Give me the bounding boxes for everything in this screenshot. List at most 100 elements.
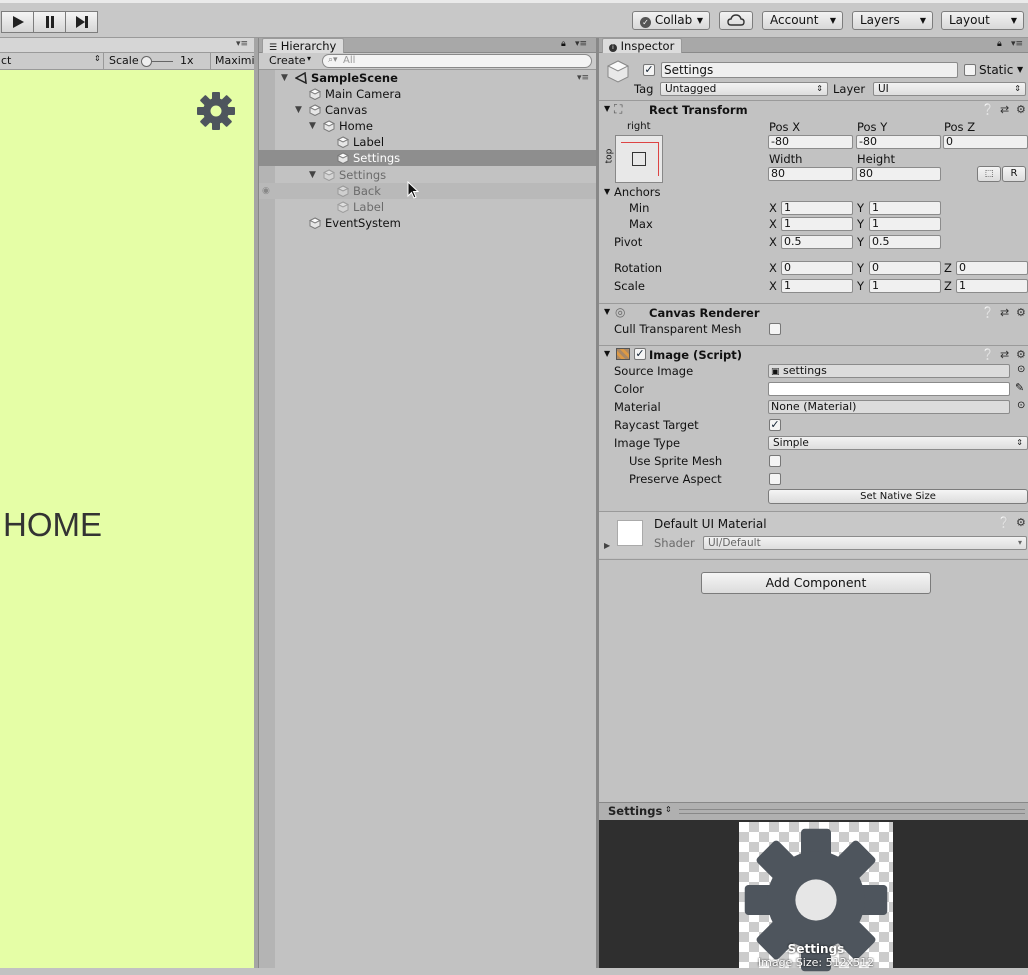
scale-slider-handle[interactable] [141,56,152,67]
gear-icon[interactable]: ⚙ [1016,103,1026,116]
collab-button[interactable]: ✓ Collab ▼ [632,11,710,30]
object-picker-icon[interactable]: ⊙ [1017,400,1025,411]
preset-icon[interactable]: ⇄ [1000,306,1009,319]
foldout-arrow-icon[interactable]: ▼ [604,307,610,316]
lock-icon[interactable]: 🔒︎ [561,39,566,49]
gear-icon[interactable]: ⚙ [1016,348,1026,361]
rotation-z-input[interactable]: 0 [956,261,1028,275]
lock-icon[interactable]: 🔒︎ [997,39,1002,49]
add-component-button[interactable]: Add Component [701,572,931,594]
set-native-size-button[interactable]: Set Native Size [768,489,1028,504]
raycast-checkbox[interactable]: ✓ [769,419,781,431]
hierarchy-item[interactable]: ▼ Home [259,118,597,134]
material-field[interactable]: None (Material) [768,400,1010,414]
foldout-arrow-icon[interactable]: ▶ [604,541,610,550]
maximize-toggle[interactable]: Maximi [215,54,254,67]
layers-dropdown[interactable]: Layers ▼ [852,11,933,30]
hierarchy-item[interactable]: ▼ Settings [259,167,597,183]
preview-drag-handle[interactable] [679,809,1025,814]
color-label: Color [614,382,645,396]
object-picker-icon[interactable]: ⊙ [1017,364,1025,375]
account-dropdown[interactable]: Account ▼ [762,11,843,30]
active-checkbox[interactable]: ✓ [643,64,655,76]
raw-edit-label: R [1010,168,1018,179]
foldout-arrow-icon[interactable]: ▼ [295,102,302,118]
color-field[interactable] [768,382,1010,396]
cloud-button[interactable] [719,11,753,30]
foldout-arrow-icon[interactable]: ▼ [281,70,288,86]
pivot-y-input[interactable]: 0.5 [869,235,941,249]
foldout-arrow-icon[interactable]: ▼ [604,104,610,113]
pos-y-input[interactable]: -80 [856,135,941,149]
anchor-min-y-input[interactable]: 1 [869,201,941,215]
step-button[interactable] [65,11,98,33]
pause-button[interactable] [33,11,66,33]
aspect-dropdown[interactable]: ct [1,54,11,67]
scale-z-input[interactable]: 1 [956,279,1028,293]
source-image-field[interactable]: ▣ settings [768,364,1010,378]
pos-x-input[interactable]: -80 [768,135,853,149]
hierarchy-item[interactable]: ◉ Back [259,182,597,199]
gear-icon[interactable]: ⚙ [1016,306,1026,319]
hierarchy-search-input[interactable]: ⌕▾ All [322,54,592,68]
hierarchy-item-selected[interactable]: Settings [259,150,597,166]
scale-y-input[interactable]: 1 [869,279,941,293]
image-type-dropdown[interactable]: Simple ⇕ [768,436,1028,450]
create-dropdown[interactable]: Create [269,54,306,67]
pivot-x-input[interactable]: 0.5 [781,235,853,249]
anchor-presets-button[interactable] [615,135,663,183]
preset-icon[interactable]: ⇄ [1000,348,1009,361]
blueprint-mode-button[interactable]: ⬚ [977,166,1001,182]
anchor-min-x-input[interactable]: 1 [781,201,853,215]
hierarchy-tab[interactable]: ☰ Hierarchy [262,38,344,53]
raw-edit-button[interactable]: R [1002,166,1026,182]
help-icon[interactable]: ❔ [997,516,1011,529]
hierarchy-item[interactable]: Label [259,134,597,150]
tag-dropdown[interactable]: Untagged ⇕ [660,82,828,96]
scene-menu-icon[interactable]: ▾≡ [577,70,589,86]
panel-menu-icon[interactable]: ▾≡ [575,39,587,49]
settings-gear-icon[interactable] [196,91,236,131]
height-input[interactable]: 80 [856,167,941,181]
static-checkbox[interactable] [964,64,976,76]
width-input[interactable]: 80 [768,167,853,181]
help-icon[interactable]: ❔ [981,103,995,116]
hierarchy-item[interactable]: Label [259,199,597,215]
hierarchy-item[interactable]: ▼ Canvas [259,102,597,118]
scale-x-input[interactable]: 1 [781,279,853,293]
preset-icon[interactable]: ⇄ [1000,103,1009,116]
image-enabled-checkbox[interactable]: ✓ [634,348,646,360]
help-icon[interactable]: ❔ [981,306,995,319]
play-button[interactable] [1,11,34,33]
pos-z-input[interactable]: 0 [943,135,1028,149]
hierarchy-item[interactable]: ▼ SampleScene ▾≡ [259,70,597,86]
foldout-arrow-icon[interactable]: ▼ [309,167,316,183]
rotation-y-input[interactable]: 0 [869,261,941,275]
caret-updown-icon[interactable]: ⇕ [665,805,672,814]
shader-dropdown[interactable]: UI/Default ▾ [703,536,1027,550]
layer-dropdown[interactable]: UI ⇕ [873,82,1026,96]
layout-dropdown[interactable]: Layout ▼ [941,11,1024,30]
panel-menu-icon[interactable]: ▾≡ [1011,39,1023,49]
rotation-x-input[interactable]: 0 [781,261,853,275]
preserve-aspect-checkbox[interactable] [769,473,781,485]
object-name-input[interactable]: Settings [661,62,958,78]
caret-down-icon[interactable]: ▼ [1017,65,1023,74]
sprite-mesh-checkbox[interactable] [769,455,781,467]
inspector-tab[interactable]: i Inspector [602,38,682,53]
image-type-value: Simple [773,437,809,449]
foldout-arrow-icon[interactable]: ▼ [604,187,610,196]
gear-icon[interactable]: ⚙ [1016,516,1026,529]
cull-checkbox[interactable] [769,323,781,335]
foldout-arrow-icon[interactable]: ▼ [604,349,610,358]
foldout-arrow-icon[interactable]: ▼ [309,118,316,134]
eyedropper-icon[interactable]: ✎ [1015,381,1024,394]
hierarchy-item[interactable]: EventSystem [259,215,597,231]
anchor-max-y-input[interactable]: 1 [869,217,941,231]
panel-menu-icon[interactable]: ▾≡ [236,39,248,49]
anchor-max-x-input[interactable]: 1 [781,217,853,231]
help-icon[interactable]: ❔ [981,348,995,361]
eye-icon[interactable]: ◉ [262,183,270,199]
game-view[interactable]: HOME [0,70,254,968]
hierarchy-item[interactable]: Main Camera [259,86,597,102]
